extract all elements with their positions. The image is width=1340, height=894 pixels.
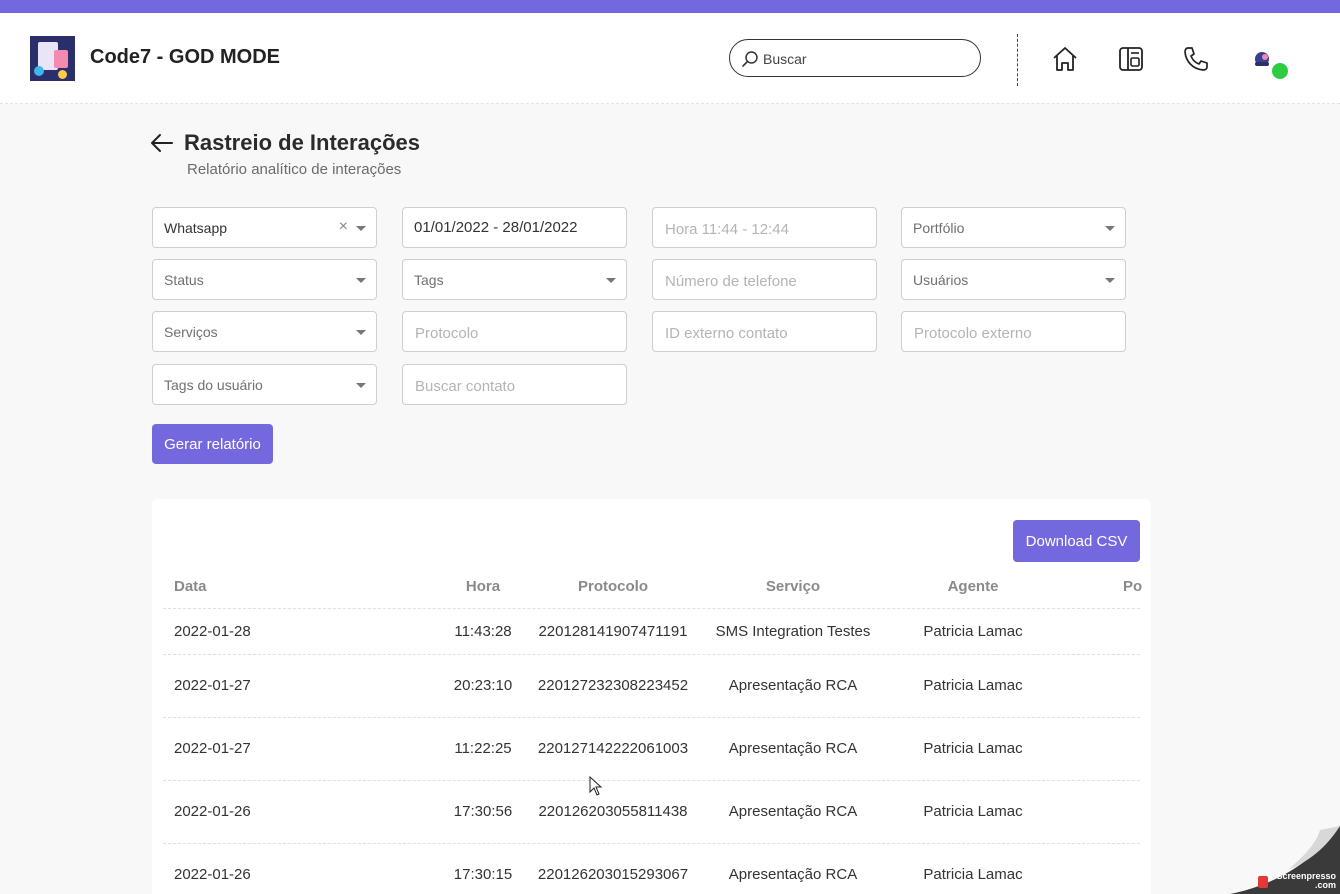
column-header-portfolio[interactable]: Po <box>1123 578 1142 595</box>
layout-icon[interactable] <box>1117 45 1145 73</box>
clear-icon[interactable]: × <box>339 218 348 236</box>
phone-icon[interactable] <box>1182 45 1210 73</box>
cell-servico: SMS Integration Testes <box>715 623 871 640</box>
protocol-input[interactable] <box>415 323 615 343</box>
users-select-label: Usuários <box>913 272 969 288</box>
column-header-agente[interactable]: Agente <box>873 578 1073 595</box>
results-card: Download CSV Data Hora Protocolo Serviço… <box>152 499 1151 894</box>
column-header-protocolo[interactable]: Protocolo <box>513 578 713 595</box>
user-tags-select-label: Tags do usuário <box>164 377 263 393</box>
chevron-down-icon <box>356 383 366 388</box>
cell-servico: Apresentação RCA <box>728 677 858 694</box>
portfolio-select-label: Portfólio <box>913 220 965 236</box>
app-header: Code7 - GOD MODE <box>0 13 1340 104</box>
home-icon[interactable] <box>1051 45 1079 73</box>
search-contact-field[interactable] <box>402 364 627 405</box>
screenpresso-watermark: Screenpresso .com <box>1230 826 1340 894</box>
cell-data: 2022-01-26 <box>174 866 251 883</box>
users-select[interactable]: Usuários <box>901 259 1126 300</box>
chevron-down-icon <box>606 278 616 283</box>
channel-select[interactable]: Whatsapp × <box>152 207 377 248</box>
status-select[interactable]: Status <box>152 259 377 300</box>
portfolio-select[interactable]: Portfólio <box>901 207 1126 248</box>
user-avatar[interactable] <box>1252 49 1288 81</box>
time-range-input[interactable] <box>665 219 865 239</box>
chevron-down-icon <box>356 278 366 283</box>
user-tags-select[interactable]: Tags do usuário <box>152 364 377 405</box>
search-input[interactable] <box>763 49 963 69</box>
table-row[interactable]: 2022-01-26 17:30:56 220126203055811438 A… <box>163 781 1140 844</box>
cell-agente: Patricia Lamac <box>923 623 1023 640</box>
cell-data: 2022-01-27 <box>174 740 251 757</box>
cell-agente: Patricia Lamac <box>923 803 1023 820</box>
top-accent-bar <box>0 0 1340 13</box>
cell-servico: Apresentação RCA <box>728 740 858 757</box>
phone-field[interactable] <box>652 259 877 300</box>
interactions-table: Data Hora Protocolo Serviço Agente Po 20… <box>163 565 1142 894</box>
table-row[interactable]: 2022-01-26 17:30:15 220126203015293067 A… <box>163 844 1140 894</box>
status-select-label: Status <box>164 272 204 288</box>
search-icon <box>741 50 759 73</box>
cell-servico: Apresentação RCA <box>728 803 858 820</box>
back-arrow-icon[interactable] <box>150 132 174 159</box>
chevron-down-icon <box>1105 278 1115 283</box>
cell-agente: Patricia Lamac <box>923 866 1023 883</box>
table-row[interactable]: 2022-01-27 11:22:25 220127142222061003 A… <box>163 718 1140 781</box>
services-select[interactable]: Serviços <box>152 311 377 352</box>
global-search[interactable] <box>729 39 981 77</box>
cell-servico: Apresentação RCA <box>728 866 858 883</box>
download-csv-button[interactable]: Download CSV <box>1013 520 1140 562</box>
app-logo[interactable] <box>30 36 75 81</box>
chevron-down-icon <box>1105 226 1115 231</box>
cell-protocolo: 220128141907471191 <box>538 623 688 640</box>
search-contact-input[interactable] <box>415 376 615 396</box>
tags-select[interactable]: Tags <box>402 259 627 300</box>
cell-data: 2022-01-27 <box>174 677 251 694</box>
cell-agente: Patricia Lamac <box>923 740 1023 757</box>
external-protocol-field[interactable] <box>901 311 1126 352</box>
chevron-down-icon <box>356 330 366 335</box>
watermark-line2: .com <box>1314 880 1336 890</box>
cell-agente: Patricia Lamac <box>923 677 1023 694</box>
date-range-value: 01/01/2022 - 28/01/2022 <box>414 219 578 236</box>
time-range-field[interactable] <box>652 207 877 248</box>
cell-data: 2022-01-26 <box>174 803 251 820</box>
services-select-label: Serviços <box>164 324 218 340</box>
cell-protocolo: 220126203015293067 <box>537 866 689 883</box>
page-subtitle: Relatório analítico de interações <box>187 161 402 178</box>
page-title: Rastreio de Interações <box>184 130 420 155</box>
chevron-down-icon <box>356 226 366 231</box>
table-row[interactable]: 2022-01-28 11:43:28 220128141907471191 S… <box>163 609 1140 655</box>
cell-protocolo: 220127232308223452 <box>537 677 689 694</box>
column-header-data[interactable]: Data <box>174 578 207 595</box>
date-range-field[interactable]: 01/01/2022 - 28/01/2022 <box>402 207 627 248</box>
header-divider <box>1017 34 1018 86</box>
cell-protocolo: 220127142222061003 <box>537 740 689 757</box>
table-header: Data Hora Protocolo Serviço Agente Po <box>163 565 1142 609</box>
cell-protocolo: 220126203055811438 <box>538 803 688 820</box>
channel-select-value: Whatsapp <box>164 220 228 236</box>
external-contact-id-input[interactable] <box>665 323 865 343</box>
external-contact-id-field[interactable] <box>652 311 877 352</box>
phone-input[interactable] <box>665 271 865 291</box>
column-header-servico[interactable]: Serviço <box>693 578 893 595</box>
cell-data: 2022-01-28 <box>174 623 251 640</box>
online-status-dot <box>1272 63 1288 79</box>
app-title: Code7 - GOD MODE <box>90 46 281 68</box>
table-row[interactable]: 2022-01-27 20:23:10 220127232308223452 A… <box>163 655 1140 718</box>
mouse-cursor-icon <box>589 775 603 801</box>
avatar-icon <box>1255 52 1269 66</box>
tags-select-label: Tags <box>414 272 444 288</box>
generate-report-button[interactable]: Gerar relatório <box>152 424 273 464</box>
external-protocol-input[interactable] <box>914 323 1114 343</box>
protocol-field[interactable] <box>402 311 627 352</box>
